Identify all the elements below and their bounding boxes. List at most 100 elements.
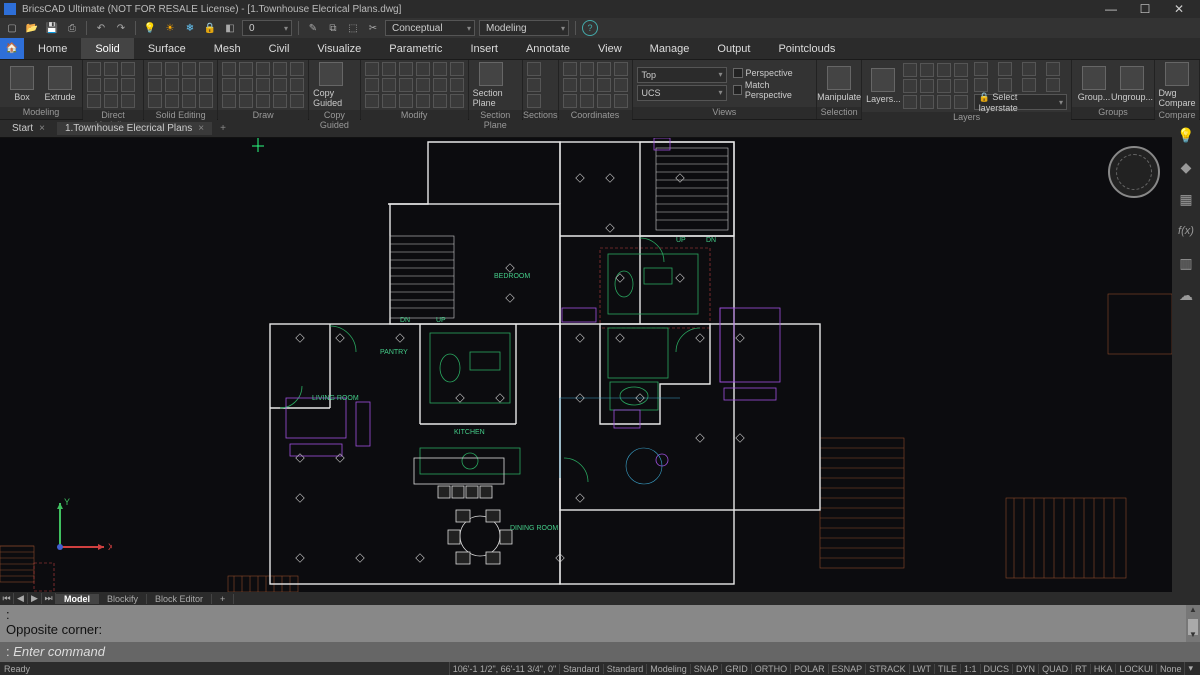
tool-icon[interactable] <box>954 63 968 77</box>
cut-icon[interactable]: ✂ <box>365 20 381 36</box>
tool-icon[interactable] <box>450 94 464 108</box>
tool-icon[interactable] <box>416 78 430 92</box>
tool-icon[interactable] <box>597 78 611 92</box>
tool-icon[interactable] <box>382 62 396 76</box>
layout-tab-block-editor[interactable]: Block Editor <box>147 594 212 604</box>
status-strack[interactable]: STRACK <box>865 664 909 674</box>
tab-file[interactable]: 1.Townhouse Elecrical Plans× <box>57 122 212 135</box>
cloud-icon[interactable]: ☁ <box>1177 286 1195 304</box>
tool-icon[interactable] <box>597 62 611 76</box>
menu-parametric[interactable]: Parametric <box>375 38 456 59</box>
tool-icon[interactable] <box>382 94 396 108</box>
menu-annotate[interactable]: Annotate <box>512 38 584 59</box>
app-logo[interactable]: 🏠 <box>0 38 24 59</box>
tool-icon[interactable] <box>920 79 934 93</box>
tool-icon[interactable] <box>580 94 594 108</box>
tool-icon[interactable] <box>399 94 413 108</box>
layers-icon[interactable]: ◆ <box>1177 158 1195 176</box>
tool-icon[interactable] <box>903 63 917 77</box>
freeze-icon[interactable]: ❄ <box>182 20 198 36</box>
tool-icon[interactable] <box>290 62 304 76</box>
scrollbar[interactable]: ▲▼ <box>1186 605 1200 642</box>
tool-icon[interactable] <box>365 62 379 76</box>
tool-icon[interactable] <box>87 62 101 76</box>
minimize-button[interactable]: — <box>1094 2 1128 16</box>
status-lockui[interactable]: LOCKUI <box>1115 664 1156 674</box>
tool-icon[interactable] <box>903 95 917 109</box>
layer-tool-icon[interactable] <box>1022 62 1036 76</box>
help-icon[interactable]: ? <box>582 20 598 36</box>
status-lwt[interactable]: LWT <box>909 664 934 674</box>
status-1-1[interactable]: 1:1 <box>960 664 980 674</box>
tool-icon[interactable] <box>365 78 379 92</box>
tool-icon[interactable] <box>121 78 135 92</box>
menu-surface[interactable]: Surface <box>134 38 200 59</box>
tool-icon[interactable] <box>382 78 396 92</box>
tool-icon[interactable] <box>614 94 628 108</box>
tool-icon[interactable] <box>290 78 304 92</box>
tool-icon[interactable] <box>121 62 135 76</box>
status-quad[interactable]: QUAD <box>1038 664 1071 674</box>
tool-icon[interactable] <box>365 94 379 108</box>
tool-icon[interactable] <box>399 62 413 76</box>
tool-icon[interactable] <box>256 78 270 92</box>
tool-icon[interactable] <box>450 62 464 76</box>
save-icon[interactable]: 💾 <box>44 20 60 36</box>
layer-tool-icon[interactable] <box>1022 78 1036 92</box>
menu-insert[interactable]: Insert <box>456 38 512 59</box>
menu-manage[interactable]: Manage <box>636 38 704 59</box>
drawing-canvas[interactable]: BEDROOM LIVING ROOM KITCHEN DINING ROOM … <box>0 138 1172 592</box>
section-plane-button[interactable]: Section Plane <box>473 62 509 108</box>
layer-tool-icon[interactable] <box>974 62 988 76</box>
layer-tool-icon[interactable] <box>998 62 1012 76</box>
tool-icon[interactable] <box>121 94 135 108</box>
tool-icon[interactable] <box>199 78 213 92</box>
print-icon[interactable]: ⎙ <box>64 20 80 36</box>
tool-icon[interactable] <box>563 94 577 108</box>
tool-icon[interactable] <box>239 94 253 108</box>
maximize-button[interactable]: ☐ <box>1128 2 1162 16</box>
status-standard[interactable]: Standard <box>559 664 603 674</box>
tool-icon[interactable] <box>148 62 162 76</box>
view-dropdown[interactable]: Top <box>637 67 727 83</box>
layer-field[interactable]: 0 <box>242 20 292 36</box>
tool-icon[interactable] <box>239 62 253 76</box>
status-tile[interactable]: TILE <box>934 664 960 674</box>
tool-icon[interactable] <box>433 62 447 76</box>
tool-icon[interactable] <box>182 62 196 76</box>
tool-icon[interactable] <box>450 78 464 92</box>
copy-guided-button[interactable]: Copy Guided <box>313 62 349 108</box>
menu-civil[interactable]: Civil <box>255 38 304 59</box>
undo-icon[interactable]: ↶ <box>93 20 109 36</box>
command-input[interactable]: : Enter command <box>0 642 1200 662</box>
new-tab-button[interactable]: + <box>216 123 230 134</box>
fx-icon[interactable]: f(x) <box>1177 222 1195 240</box>
tool-icon[interactable] <box>920 63 934 77</box>
tool-icon[interactable] <box>165 62 179 76</box>
group--button[interactable]: Group... <box>1076 66 1112 102</box>
menu-mesh[interactable]: Mesh <box>200 38 255 59</box>
layer-tool-icon[interactable] <box>974 78 988 92</box>
tool-icon[interactable] <box>104 78 118 92</box>
tool-icon[interactable] <box>222 94 236 108</box>
tool-icon[interactable] <box>104 62 118 76</box>
tool-icon[interactable] <box>182 78 196 92</box>
layer-tool-icon[interactable] <box>1046 62 1060 76</box>
tool-icon[interactable] <box>165 94 179 108</box>
new-icon[interactable]: ▢ <box>4 20 20 36</box>
close-icon[interactable]: × <box>39 123 45 134</box>
menu-output[interactable]: Output <box>703 38 764 59</box>
layerstate-dropdown[interactable]: 🔒 Select layerstate <box>974 94 1067 110</box>
tool-icon[interactable] <box>937 63 951 77</box>
tool-icon[interactable] <box>937 95 951 109</box>
status-none[interactable]: None <box>1156 664 1185 674</box>
tool-icon[interactable] <box>580 78 594 92</box>
extrude-button[interactable]: Extrude <box>42 66 78 102</box>
tool-icon[interactable] <box>399 78 413 92</box>
manipulate-button[interactable]: Manipulate <box>821 66 857 102</box>
ucs-dropdown[interactable]: UCS <box>637 85 727 101</box>
tool-icon[interactable] <box>273 62 287 76</box>
status-modeling[interactable]: Modeling <box>646 664 690 674</box>
hint-icon[interactable]: 💡 <box>1177 126 1195 144</box>
status-ducs[interactable]: DUCS <box>980 664 1013 674</box>
